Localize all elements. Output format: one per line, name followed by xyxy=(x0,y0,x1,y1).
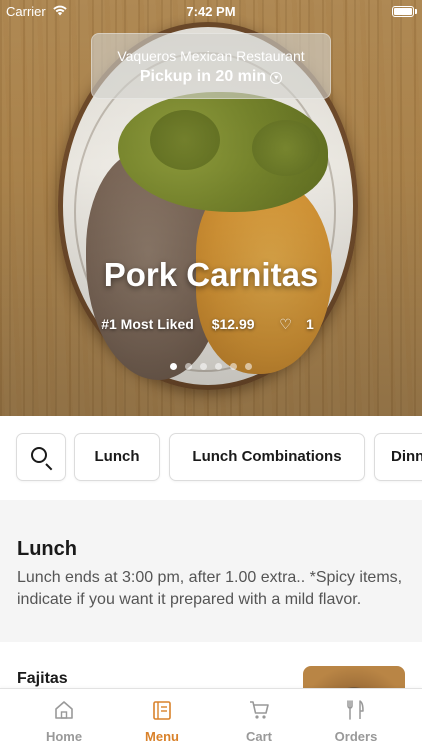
cart-icon xyxy=(211,699,307,723)
battery-tip xyxy=(415,9,417,14)
carousel-dot[interactable] xyxy=(230,363,237,370)
section-description: Lunch ends at 3:00 pm, after 1.00 extra.… xyxy=(17,569,403,608)
tab-orders-label: Orders xyxy=(334,729,378,744)
category-bar[interactable]: Lunch Lunch Combinations Dinn xyxy=(0,416,422,500)
chevron-down-icon: ▾ xyxy=(270,72,283,84)
search-icon xyxy=(31,447,47,463)
pickup-time-label: Pickup in 20 min xyxy=(139,68,267,85)
status-bar: Carrier 7:42 PM xyxy=(0,0,422,22)
menu-section-lunch: Lunch Lunch ends at 3:00 pm, after 1.00 … xyxy=(0,500,422,642)
category-dinner[interactable]: Dinn xyxy=(374,433,422,481)
like-count: 1 xyxy=(305,316,314,332)
tab-home[interactable]: Home xyxy=(16,689,112,750)
pickup-selector[interactable]: Vaqueros Mexican Restaurant Pickup in 20… xyxy=(91,33,331,99)
section-title: Lunch xyxy=(17,538,77,560)
tab-cart-label: Cart xyxy=(245,729,272,744)
category-lunch[interactable]: Lunch xyxy=(74,433,160,481)
tab-menu[interactable]: Menu xyxy=(114,689,210,750)
category-lunch-combinations[interactable]: Lunch Combinations xyxy=(169,433,365,481)
restaurant-name: Vaqueros Mexican Restaurant xyxy=(117,48,305,64)
home-icon xyxy=(16,699,112,723)
carousel-dot[interactable] xyxy=(200,363,207,370)
carousel-dot[interactable] xyxy=(215,363,222,370)
carousel-dot[interactable] xyxy=(245,363,252,370)
pickup-time-row: Pickup in 20 min ▾ xyxy=(92,68,330,86)
likes[interactable]: ♡ 1 xyxy=(272,316,320,332)
clock: 7:42 PM xyxy=(186,4,236,19)
tab-home-label: Home xyxy=(45,729,83,744)
carousel-dot[interactable] xyxy=(170,363,177,370)
featured-hero[interactable]: Carrier 7:42 PM Vaqueros Mexican Restaur… xyxy=(0,0,422,416)
carousel-dot[interactable] xyxy=(185,363,192,370)
tab-orders[interactable]: Orders xyxy=(308,689,404,750)
carousel-dots xyxy=(0,357,422,375)
featured-dish-meta: #1 Most Liked $12.99 ♡ 1 xyxy=(0,316,422,333)
rank-badge: #1 Most Liked xyxy=(101,316,194,332)
tab-bar: Home Menu Cart Orders xyxy=(0,688,422,750)
menu-icon xyxy=(114,699,210,723)
featured-dish-name: Pork Carnitas xyxy=(103,256,319,293)
battery-icon xyxy=(392,6,414,17)
heart-icon: ♡ xyxy=(279,316,292,332)
orders-icon xyxy=(308,699,404,723)
search-button[interactable] xyxy=(16,433,66,481)
item-name: Fajitas xyxy=(17,670,68,687)
tab-menu-label: Menu xyxy=(145,729,179,744)
dish-price: $12.99 xyxy=(211,316,255,332)
tab-cart[interactable]: Cart xyxy=(211,689,307,750)
